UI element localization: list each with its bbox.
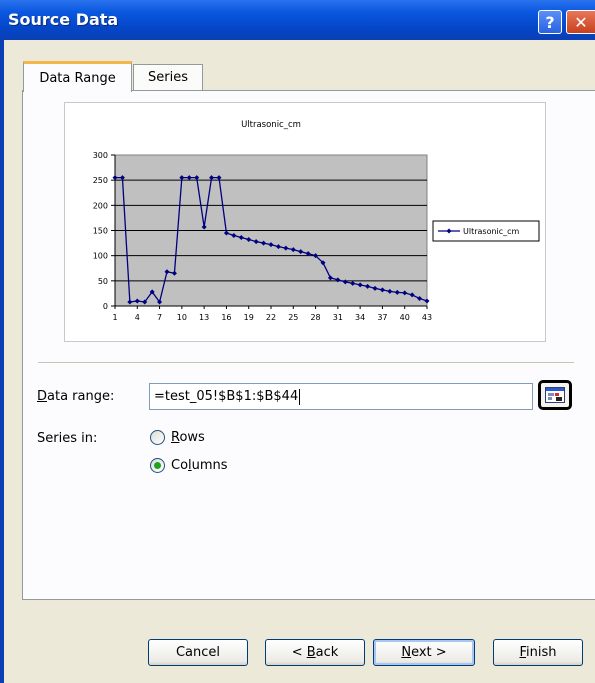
finish-rest: inish — [526, 645, 557, 660]
chart-svg: Ultrasonic_cm 0 50 100 150 200 250 300 1 4 7 10 13 16… — [93, 120, 540, 322]
x-tick-label: 40 — [400, 313, 410, 322]
series-in-label: Series in: — [37, 431, 98, 446]
title-bar: Source Data ? ✕ — [0, 0, 595, 40]
collapse-dialog-icon — [545, 387, 565, 403]
cancel-label: Cancel — [175, 645, 221, 660]
x-tick-label: 28 — [310, 313, 320, 322]
x-tick-label: 22 — [266, 313, 276, 322]
back-label: < Back — [292, 645, 339, 660]
x-tick-label: 31 — [333, 313, 343, 322]
close-icon[interactable]: ✕ — [566, 10, 595, 34]
x-tick-label: 37 — [377, 313, 387, 322]
columns-text-rest: umns — [191, 458, 228, 473]
tab-data-range-label: Data Range — [39, 70, 116, 86]
y-tick-label: 300 — [93, 151, 108, 160]
finish-label: Finish — [519, 645, 556, 660]
chart-preview: Ultrasonic_cm 0 50 100 150 200 250 300 1 4 7 10 13 16… — [64, 102, 546, 342]
next-rest: ext > — [411, 645, 447, 660]
cancel-button[interactable]: Cancel — [148, 639, 248, 666]
radio-columns[interactable]: Columns — [150, 458, 228, 473]
y-tick-label: 0 — [103, 302, 108, 311]
x-tick-label: 7 — [157, 313, 162, 322]
legend-label: Ultrasonic_cm — [463, 227, 520, 236]
x-tick-label: 25 — [288, 313, 298, 322]
tab-series-label: Series — [148, 70, 188, 85]
help-icon[interactable]: ? — [538, 10, 562, 34]
next-button[interactable]: Next > — [373, 639, 475, 666]
text-caret — [299, 388, 301, 405]
x-tick-label: 13 — [199, 313, 209, 322]
tab-data-range[interactable]: Data Range — [23, 61, 132, 92]
data-range-label: Data range: — [37, 389, 114, 404]
help-glyph: ? — [545, 12, 555, 32]
radio-rows-circle[interactable] — [150, 430, 165, 445]
x-tick-label: 34 — [355, 313, 365, 322]
radio-rows-label: Rows — [171, 430, 205, 445]
close-glyph: ✕ — [574, 12, 588, 32]
y-tick-label: 50 — [98, 277, 108, 286]
y-tick-label: 150 — [93, 227, 108, 236]
mnemonic-d: D — [37, 389, 48, 404]
columns-text-pre: Co — [171, 458, 189, 473]
back-button[interactable]: < Back — [265, 639, 365, 666]
mnemonic-b: B — [306, 645, 316, 660]
collapse-dialog-button[interactable] — [538, 380, 572, 410]
y-tick-label: 250 — [93, 176, 108, 185]
y-tick-label: 200 — [93, 201, 108, 210]
x-tick-label: 4 — [135, 313, 140, 322]
mnemonic-n: N — [401, 645, 412, 660]
divider — [38, 362, 574, 364]
x-tick-label: 1 — [112, 313, 117, 322]
y-tick-label: 100 — [93, 252, 108, 261]
data-range-label-text: ata range: — [47, 389, 115, 404]
window-title: Source Data — [8, 10, 119, 29]
finish-button[interactable]: Finish — [493, 639, 583, 666]
window-frame — [0, 40, 4, 683]
back-pre: < — [291, 645, 307, 660]
chart-title: Ultrasonic_cm — [241, 120, 301, 130]
data-range-input[interactable]: =test_05!$B$1:$B$44 — [149, 383, 533, 410]
x-tick-label: 16 — [221, 313, 231, 322]
radio-columns-label: Columns — [171, 458, 228, 473]
radio-columns-circle[interactable] — [150, 458, 165, 473]
radio-rows[interactable]: Rows — [150, 430, 205, 445]
next-label: Next > — [386, 643, 461, 662]
x-tick-label: 10 — [177, 313, 187, 322]
x-tick-label: 19 — [244, 313, 254, 322]
x-tick-label: 43 — [422, 313, 432, 322]
rows-text: ows — [179, 430, 205, 445]
data-range-value: =test_05!$B$1:$B$44 — [154, 389, 299, 404]
tab-series[interactable]: Series — [133, 64, 203, 90]
back-rest: ack — [315, 645, 339, 660]
